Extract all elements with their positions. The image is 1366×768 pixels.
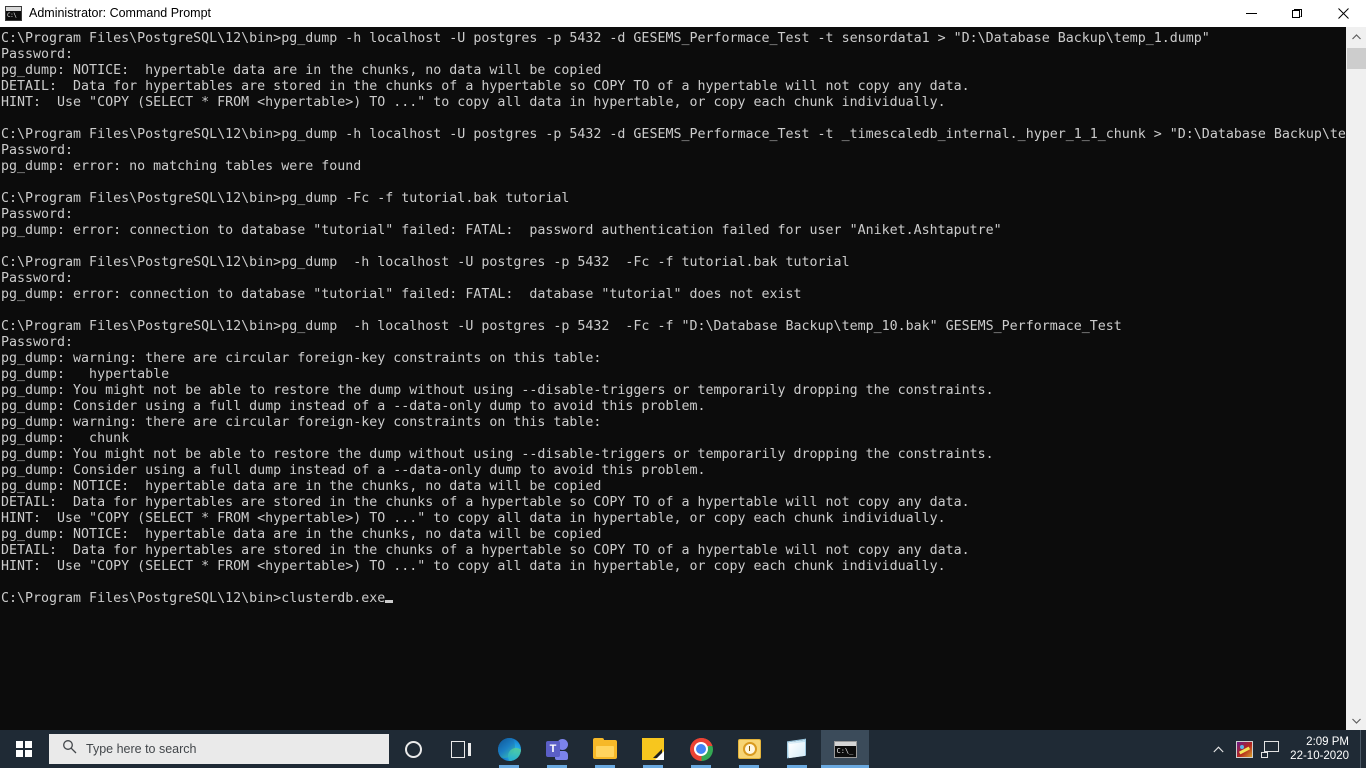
console-output: C:\Program Files\PostgreSQL\12\bin>pg_du… — [1, 27, 1346, 607]
text-cursor — [385, 600, 394, 603]
tray-item-network[interactable] — [1257, 730, 1283, 768]
clock-time: 2:09 PM — [1306, 736, 1349, 748]
command-prompt-window: Administrator: Command Prompt C: — [0, 0, 1366, 730]
system-tray: 2:09 PM 22-10-2020 — [1205, 730, 1366, 768]
taskbar-search-box[interactable]: Type here to search — [49, 734, 389, 764]
show-desktop-button[interactable] — [1360, 730, 1366, 768]
close-button[interactable] — [1320, 0, 1366, 27]
window-titlebar[interactable]: Administrator: Command Prompt — [0, 0, 1366, 27]
sticky-notes-icon — [642, 738, 664, 760]
scroll-down-arrow-icon[interactable] — [1347, 711, 1366, 730]
tray-item-paint[interactable] — [1231, 730, 1257, 768]
console-output-region[interactable]: C:\Program Files\PostgreSQL\12\bin>pg_du… — [0, 27, 1346, 730]
taskbar-item-edge[interactable] — [485, 730, 533, 768]
restore-button[interactable] — [1274, 0, 1320, 27]
notebook-icon — [786, 738, 808, 759]
console-area: C:\Program Files\PostgreSQL\12\bin>pg_du… — [0, 27, 1366, 730]
taskbar-app-buttons: T — [389, 730, 869, 768]
console-scrollbar[interactable] — [1346, 27, 1366, 730]
scroll-up-arrow-icon[interactable] — [1347, 27, 1366, 46]
microsoft-teams-icon: T — [546, 738, 568, 760]
windows-taskbar: Type here to search T C:\_ 2:09 PM 22-10… — [0, 730, 1366, 768]
show-hidden-icons-button[interactable] — [1205, 730, 1231, 768]
windows-logo-icon — [16, 741, 32, 757]
task-view-icon — [451, 740, 471, 758]
taskbar-item-command-prompt[interactable] — [821, 730, 869, 768]
search-icon — [62, 739, 77, 759]
taskbar-clock[interactable]: 2:09 PM 22-10-2020 — [1283, 730, 1360, 768]
paint-icon — [1235, 740, 1253, 758]
taskbar-item-task-view[interactable] — [437, 730, 485, 768]
cortana-icon — [404, 740, 422, 758]
google-chrome-icon — [689, 737, 713, 761]
taskbar-item-cortana[interactable] — [389, 730, 437, 768]
taskbar-item-outlook[interactable] — [725, 730, 773, 768]
minimize-button[interactable] — [1228, 0, 1274, 27]
taskbar-item-sticky-notes[interactable] — [629, 730, 677, 768]
scrollbar-track[interactable] — [1347, 46, 1366, 711]
search-input[interactable]: Type here to search — [86, 742, 196, 756]
console-text: C:\Program Files\PostgreSQL\12\bin>pg_du… — [1, 31, 1346, 606]
command-prompt-icon — [833, 740, 857, 758]
taskbar-item-file-explorer[interactable] — [581, 730, 629, 768]
microsoft-edge-icon — [497, 737, 521, 761]
file-explorer-icon — [593, 737, 617, 759]
window-title: Administrator: Command Prompt — [29, 6, 212, 20]
clock-date: 22-10-2020 — [1290, 750, 1349, 762]
taskbar-item-notebook[interactable] — [773, 730, 821, 768]
cmd-icon — [5, 5, 22, 21]
taskbar-item-teams[interactable]: T — [533, 730, 581, 768]
window-controls — [1228, 0, 1366, 27]
scrollbar-thumb[interactable] — [1347, 48, 1366, 69]
start-button[interactable] — [0, 730, 48, 768]
network-icon — [1260, 740, 1280, 758]
taskbar-item-chrome[interactable] — [677, 730, 725, 768]
outlook-icon — [737, 739, 761, 759]
